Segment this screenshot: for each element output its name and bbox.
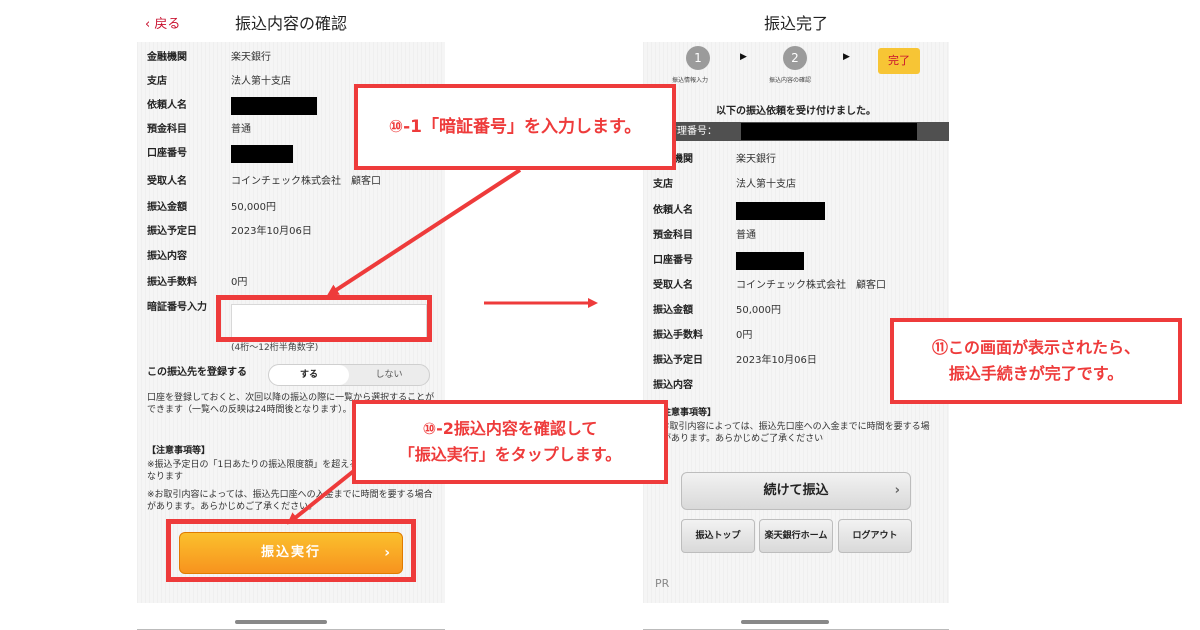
step-2: 2 [783,46,807,70]
continue-transfer-button[interactable]: 続けて振込 › [681,472,911,510]
complete-screen: 振込完了 1 振込情報入力 ▶ 2 振込内容の確認 ▶ 完了 以下の振込依頼を受… [643,0,949,630]
row-fee: 振込手数料 0円 [147,277,248,288]
notice-title: 【注意事項等】 [147,446,211,456]
row-amount: 振込金額 50,000円 [147,202,276,213]
row-recipient: 受取人名 コインチェック株式会社 顧客口 [147,176,381,187]
continue-label: 続けて振込 [763,483,829,498]
row-recipient: 受取人名 コインチェック株式会社 顧客口 [653,280,886,291]
nav-bar-complete: 振込完了 [643,0,949,42]
page-title: 振込内容の確認 [234,14,347,33]
row-account-number: 口座番号 [643,249,949,273]
callout-step-10-2: ⑩-2振込内容を確認して 「振込実行」をタップします。 [352,400,668,484]
step-done: 完了 [878,48,920,74]
row-account-type: 預金科目 普通 [653,230,756,241]
row-date: 振込予定日 2023年10月06日 [147,226,312,237]
step-indicator: 1 振込情報入力 ▶ 2 振込内容の確認 ▶ 完了 [643,42,949,87]
accepted-message: 以下の振込依頼を受け付けました。 [716,106,876,117]
row-bank: 金融機関楽天銀行 [147,52,271,63]
notice-2: ※お取引内容によっては、振込先口座への入金までに時間を要する場合があります。あら… [147,490,433,512]
row-branch: 支店 法人第十支店 [653,179,796,190]
transfer-top-button[interactable]: 振込トップ [681,519,755,553]
redacted-requester [736,202,825,220]
redacted-account-number [231,145,293,163]
register-yes[interactable]: する [269,365,349,385]
pr-label: PR [655,577,670,590]
step-arrow-icon: ▶ [843,52,850,62]
row-bank: 金融機関楽天銀行 [653,154,776,165]
step-1-caption: 振込情報入力 [672,77,709,84]
row-content: 振込内容 [147,251,187,262]
register-label: この振込先を登録する [147,367,247,378]
callout-step-10-1: ⑩-1「暗証番号」を入力します。 [354,84,676,170]
management-number-bar: 管理番号： [643,122,949,141]
redacted-account-number [736,252,804,270]
chevron-right-icon: › [894,483,900,498]
pin-highlight [216,295,432,342]
callout-step-11: ⑪この画面が表示されたら、 振込手続きが完了です。 [890,318,1182,404]
register-no[interactable]: しない [349,365,429,385]
row-requester: 依頼人名 [643,199,949,223]
step-1: 1 [686,46,710,70]
home-indicator [235,620,327,624]
notice-body: ※お取引内容によっては、振込先口座への入金までに時間を要する場合があります。あら… [653,422,930,444]
nav-bar: ‹ 戻る 振込内容の確認 [137,0,445,42]
complete-title: 振込完了 [763,14,828,33]
home-indicator [741,620,829,624]
rakuten-home-button[interactable]: 楽天銀行ホーム [759,519,833,553]
step-arrow-icon: ▶ [740,52,747,62]
register-toggle[interactable]: する しない [268,364,430,386]
redacted-requester [231,97,317,115]
step-2-caption: 振込内容の確認 [769,77,812,84]
redacted-management-number [741,123,917,140]
execute-highlight [166,519,416,582]
logout-button[interactable]: ログアウト [838,519,912,553]
